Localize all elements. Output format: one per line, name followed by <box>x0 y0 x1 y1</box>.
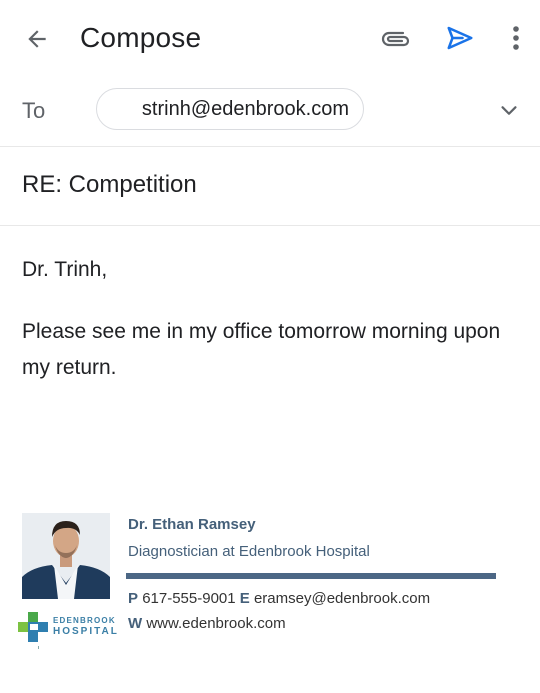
back-arrow-icon <box>28 30 46 48</box>
chevron-down-icon <box>501 106 517 115</box>
signature-email[interactable]: eramsey@edenbrook.com <box>254 590 430 607</box>
email-key: E <box>239 590 250 607</box>
signature-name: Dr. Ethan Ramsey <box>128 516 256 533</box>
recipient-email: strinh@edenbrook.com <box>141 97 349 120</box>
subject-field[interactable]: RE: Competition <box>0 147 540 226</box>
signature-contact-line: P 617-555-9001 E eramsey@edenbrook.com <box>128 590 430 607</box>
back-button[interactable] <box>20 22 54 56</box>
message-body[interactable]: Dr. Trinh, Please see me in my office to… <box>22 252 522 386</box>
to-label: To <box>22 98 46 123</box>
paperclip-icon <box>381 31 410 47</box>
body-message: Please see me in my office tomorrow morn… <box>22 320 501 379</box>
send-button[interactable] <box>442 20 478 56</box>
phone-key: P <box>128 590 139 607</box>
signature-phone[interactable]: 617-555-9001 <box>142 590 235 607</box>
logo-tick <box>38 646 39 649</box>
more-options-button[interactable] <box>502 20 530 56</box>
attach-button[interactable] <box>378 22 414 56</box>
recipient-row: To strinh@edenbrook.com <box>0 76 540 147</box>
signature-website[interactable]: www.edenbrook.com <box>146 615 285 632</box>
signature-photo <box>22 513 110 599</box>
web-key: W <box>128 615 143 632</box>
body-greeting: Dr. Trinh, <box>22 258 108 281</box>
hospital-logo: EDENBROOK HOSPITAL <box>18 612 119 649</box>
page-title: Compose <box>80 22 202 53</box>
logo-text-line1: EDENBROOK <box>53 616 116 625</box>
signature-web-line: W www.edenbrook.com <box>128 615 286 632</box>
hospital-cross-icon <box>18 612 48 642</box>
subject-text: RE: Competition <box>22 171 197 198</box>
recipient-chip[interactable]: strinh@edenbrook.com <box>96 88 364 130</box>
expand-recipients-button[interactable] <box>494 96 524 126</box>
top-app-bar: Compose <box>0 0 540 76</box>
signature-divider <box>126 573 496 579</box>
signature-role: Diagnostician at Edenbrook Hospital <box>128 543 370 560</box>
send-icon <box>447 26 473 50</box>
more-vert-icon <box>513 26 519 50</box>
logo-text-line2: HOSPITAL <box>53 626 119 637</box>
